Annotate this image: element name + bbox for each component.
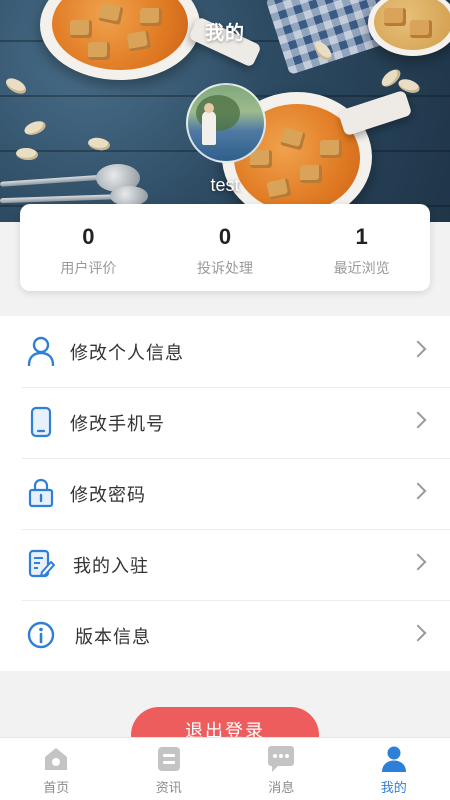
profile-icon — [379, 744, 409, 774]
chevron-right-icon — [409, 553, 427, 571]
menu-item-label: 修改密码 — [70, 484, 146, 505]
stat-recent-views[interactable]: 1 最近浏览 — [293, 204, 430, 291]
menu-item-change-phone[interactable]: 修改手机号 — [0, 387, 450, 458]
tab-label: 首页 — [43, 780, 70, 795]
message-icon — [266, 744, 296, 774]
stat-value: 0 — [218, 224, 232, 249]
stats-card: 0 用户评价 0 投诉处理 1 最近浏览 — [20, 204, 430, 291]
tab-label: 我的 — [380, 780, 407, 795]
chevron-right-icon — [409, 482, 427, 500]
menu-item-version-info[interactable]: 版本信息 — [0, 600, 450, 671]
user-icon — [24, 334, 58, 368]
tab-home[interactable]: 首页 — [0, 738, 113, 800]
chevron-right-icon — [409, 340, 427, 358]
home-icon — [41, 744, 71, 774]
menu-item-my-settlement[interactable]: 我的入驻 — [0, 529, 450, 600]
username: test — [210, 175, 240, 195]
avatar[interactable] — [186, 83, 266, 163]
stat-value: 0 — [82, 224, 95, 249]
stat-label: 用户评价 — [60, 260, 117, 276]
chevron-right-icon — [409, 624, 427, 642]
news-icon — [154, 744, 184, 774]
tab-news[interactable]: 资讯 — [113, 738, 226, 800]
tab-profile[interactable]: 我的 — [338, 738, 450, 800]
stat-value: 1 — [355, 224, 368, 249]
menu-item-label: 我的入驻 — [73, 555, 149, 576]
menu-item-change-password[interactable]: 修改密码 — [0, 458, 450, 529]
menu-item-edit-profile[interactable]: 修改个人信息 — [0, 316, 450, 387]
page-title: 我的 — [204, 23, 245, 44]
settings-menu: 修改个人信息 修改手机号 修改密码 我的入驻 版本信息 — [0, 316, 450, 671]
stat-complaints[interactable]: 0 投诉处理 — [157, 204, 294, 291]
chevron-right-icon — [409, 411, 427, 429]
menu-item-label: 修改个人信息 — [70, 342, 184, 363]
edit-document-icon — [24, 547, 58, 581]
info-icon — [24, 618, 58, 652]
stat-label: 最近浏览 — [333, 260, 390, 276]
lock-icon — [24, 476, 58, 510]
tab-label: 资讯 — [155, 780, 182, 795]
menu-item-label: 修改手机号 — [70, 413, 165, 434]
bottom-tab-bar: 首页 资讯 消息 我的 — [0, 737, 450, 800]
stat-user-reviews[interactable]: 0 用户评价 — [20, 204, 157, 291]
phone-icon — [24, 405, 58, 439]
tab-messages[interactable]: 消息 — [225, 738, 338, 800]
tab-label: 消息 — [268, 780, 295, 795]
stat-label: 投诉处理 — [197, 260, 253, 276]
header-banner: 我的 test — [0, 0, 450, 222]
menu-item-label: 版本信息 — [75, 626, 151, 647]
